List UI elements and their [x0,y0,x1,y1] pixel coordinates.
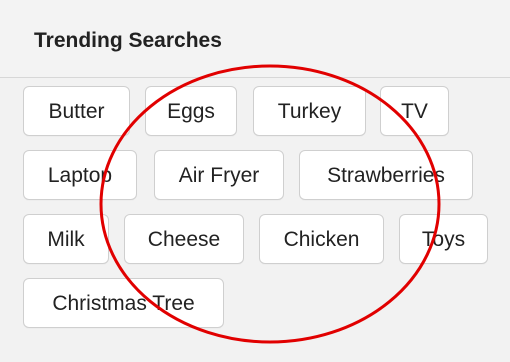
tag-milk[interactable]: Milk [23,214,109,264]
tag-cheese[interactable]: Cheese [124,214,244,264]
tag-air-fryer[interactable]: Air Fryer [154,150,284,200]
tag-toys[interactable]: Toys [399,214,488,264]
trending-searches-panel: Trending Searches Butter Eggs Turkey TV … [0,0,510,362]
tag-eggs[interactable]: Eggs [145,86,237,136]
tag-laptop[interactable]: Laptop [23,150,137,200]
tag-row: Milk Cheese Chicken Toys [23,214,493,278]
panel-header: Trending Searches [0,0,510,78]
tag-christmas-tree[interactable]: Christmas Tree [23,278,224,328]
tag-butter[interactable]: Butter [23,86,130,136]
panel-title: Trending Searches [34,29,222,52]
tag-strawberries[interactable]: Strawberries [299,150,473,200]
tag-tv[interactable]: TV [380,86,449,136]
tags-container: Butter Eggs Turkey TV Laptop Air Fryer S… [23,86,493,342]
tag-chicken[interactable]: Chicken [259,214,384,264]
tag-turkey[interactable]: Turkey [253,86,366,136]
tag-row: Christmas Tree [23,278,493,342]
tag-row: Laptop Air Fryer Strawberries [23,150,493,214]
tag-row: Butter Eggs Turkey TV [23,86,493,150]
